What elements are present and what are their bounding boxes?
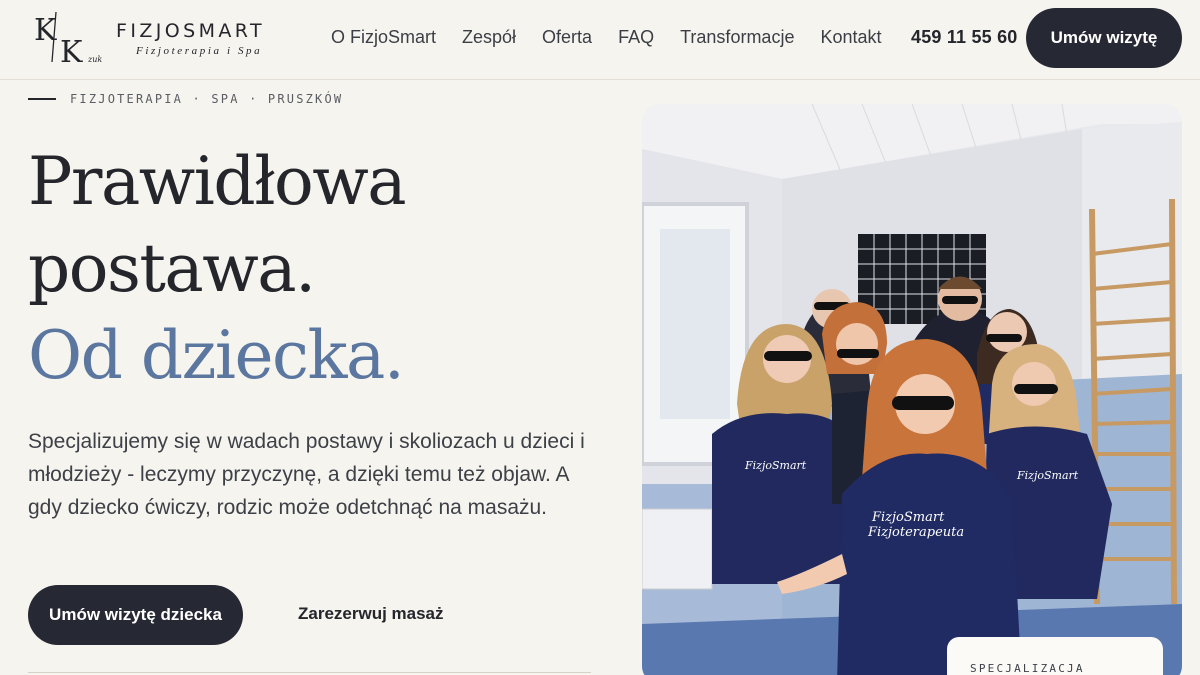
hero-description: Specjalizujemy się w wadach postawy i sk… xyxy=(28,430,585,519)
nav-link-transformacje[interactable]: Transformacje xyxy=(680,27,794,48)
svg-text:FizjoSmart: FizjoSmart xyxy=(744,459,807,472)
brand-name: FIZJOSMART xyxy=(116,20,265,42)
eyebrow-line xyxy=(28,98,56,100)
specialization-card: SPECJALIZACJA xyxy=(947,637,1163,675)
hero-title-accent: Od dziecka. xyxy=(28,317,405,394)
book-child-visit-button[interactable]: Umów wizytę dziecka xyxy=(28,585,243,645)
eyebrow-text: FIZJOTERAPIA · SPA · PRUSZKÓW xyxy=(70,92,344,106)
hero-eyebrow: FIZJOTERAPIA · SPA · PRUSZKÓW xyxy=(28,92,343,106)
main-nav: O FizjoSmart Zespół Oferta FAQ Transform… xyxy=(331,27,908,48)
logo-letter-k2: K xyxy=(60,35,83,66)
hero-title-line2: postawa. xyxy=(28,230,316,307)
site-header: K K zuk FIZJOSMART Fizjoterapia i Spa O … xyxy=(0,0,1200,80)
brand-tagline: Fizjoterapia i Spa xyxy=(136,45,263,57)
nav-link-faq[interactable]: FAQ xyxy=(618,27,654,48)
book-massage-link[interactable]: Zarezerwuj masaż xyxy=(298,604,444,624)
hero-photo: FizjoSmart FizjoSmart FizjoSmart Fizjote… xyxy=(642,104,1182,675)
phone-link[interactable]: 459 11 55 60 xyxy=(911,27,1018,48)
logo-small-text: zuk xyxy=(87,55,102,64)
shirt-text-1: FizjoSmart xyxy=(871,510,945,525)
team-photo-illustration: FizjoSmart FizjoSmart FizjoSmart Fizjote… xyxy=(642,104,1182,675)
nav-link-zespol[interactable]: Zespół xyxy=(462,27,516,48)
specialization-label: SPECJALIZACJA xyxy=(970,662,1085,675)
logo[interactable]: K K zuk xyxy=(30,10,110,70)
shirt-text-2: Fizjoterapeuta xyxy=(867,525,964,540)
nav-link-kontakt[interactable]: Kontakt xyxy=(820,27,881,48)
book-visit-button[interactable]: Umów wizytę xyxy=(1026,8,1182,68)
nav-link-o-fizjosmart[interactable]: O FizjoSmart xyxy=(331,27,436,48)
nav-link-oferta[interactable]: Oferta xyxy=(542,27,592,48)
svg-text:FizjoSmart: FizjoSmart xyxy=(1016,469,1079,482)
hero-title: Prawidłowa postawa. Od dziecka. xyxy=(28,138,588,399)
brand[interactable]: FIZJOSMART Fizjoterapia i Spa xyxy=(116,20,265,57)
divider xyxy=(28,672,591,673)
hero-title-line1: Prawidłowa xyxy=(28,143,407,220)
